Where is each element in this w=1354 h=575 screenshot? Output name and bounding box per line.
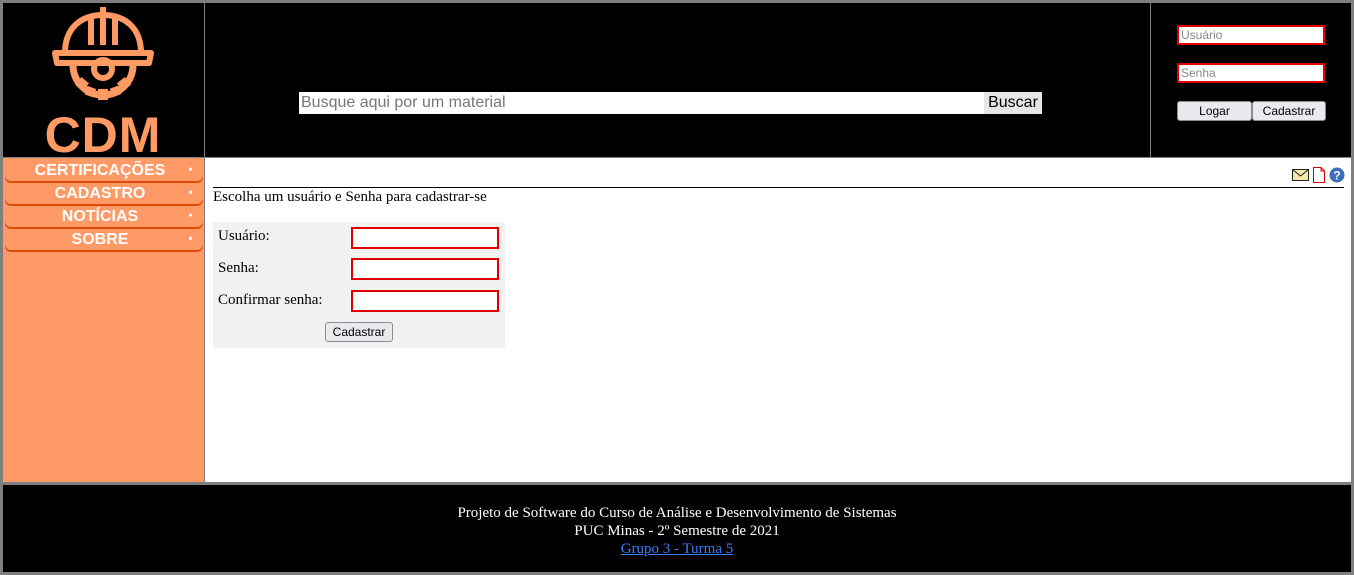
password-label: Senha: — [218, 260, 259, 276]
sidebar-item-sobre[interactable]: SOBRE • — [5, 230, 203, 250]
register-form: Usuário: Senha: Confirmar senha: Cadastr… — [213, 222, 505, 348]
login-password-field[interactable] — [1177, 63, 1325, 83]
help-icon[interactable]: ? — [1329, 167, 1345, 183]
search-input[interactable] — [299, 92, 984, 114]
bullet-icon: • — [188, 209, 193, 224]
footer-group-link[interactable]: Grupo 3 - Turma 5 — [3, 541, 1351, 558]
main-content: ? Escolha um usuário e Senha para cadast… — [205, 158, 1351, 482]
footer-course-text: Projeto de Software do Curso de Análise … — [457, 505, 897, 521]
bullet-icon: • — [188, 163, 193, 178]
logo[interactable]: CDM — [3, 3, 203, 162]
username-label: Usuário: — [218, 228, 270, 244]
login-button[interactable]: Logar — [1177, 101, 1252, 121]
hard-hat-gear-icon — [52, 7, 154, 100]
logo-text: CDM — [44, 107, 162, 163]
sidebar-item-certificacoes[interactable]: CERTIFICAÇÕES • — [5, 161, 203, 181]
mail-icon[interactable] — [1292, 169, 1309, 181]
toolbar-icons: ? — [1292, 166, 1345, 184]
header-bar — [3, 3, 1351, 157]
username-field[interactable] — [351, 227, 499, 249]
register-intro-text: Escolha um usuário e Senha para cadastra… — [213, 189, 487, 205]
footer-semester-text: PUC Minas - 2º Semestre de 2021 — [574, 523, 780, 539]
bullet-icon: • — [188, 232, 193, 247]
register-submit-button[interactable]: Cadastrar — [325, 322, 393, 342]
footer: Projeto de Software do Curso de Análise … — [3, 485, 1351, 572]
sidebar-item-label: CADASTRO — [54, 185, 146, 202]
sidebar-item-label: SOBRE — [71, 231, 129, 248]
header-divider — [1150, 3, 1151, 157]
sidebar-item-cadastro[interactable]: CADASTRO • — [5, 184, 203, 204]
search-button[interactable]: Buscar — [984, 92, 1042, 114]
divider — [213, 187, 1344, 188]
svg-text:?: ? — [1333, 169, 1340, 183]
bullet-icon: • — [188, 186, 193, 201]
login-username-field[interactable] — [1177, 25, 1325, 45]
pdf-icon[interactable] — [1313, 167, 1325, 183]
sidebar-item-label: NOTÍCIAS — [61, 208, 139, 225]
sidebar-item-label: CERTIFICAÇÕES — [34, 162, 166, 179]
sidebar-item-noticias[interactable]: NOTÍCIAS • — [5, 207, 203, 227]
header-divider — [204, 3, 205, 157]
password-field[interactable] — [351, 258, 499, 280]
confirm-password-label: Confirmar senha: — [218, 292, 323, 308]
register-header-button[interactable]: Cadastrar — [1252, 101, 1326, 121]
confirm-password-field[interactable] — [351, 290, 499, 312]
